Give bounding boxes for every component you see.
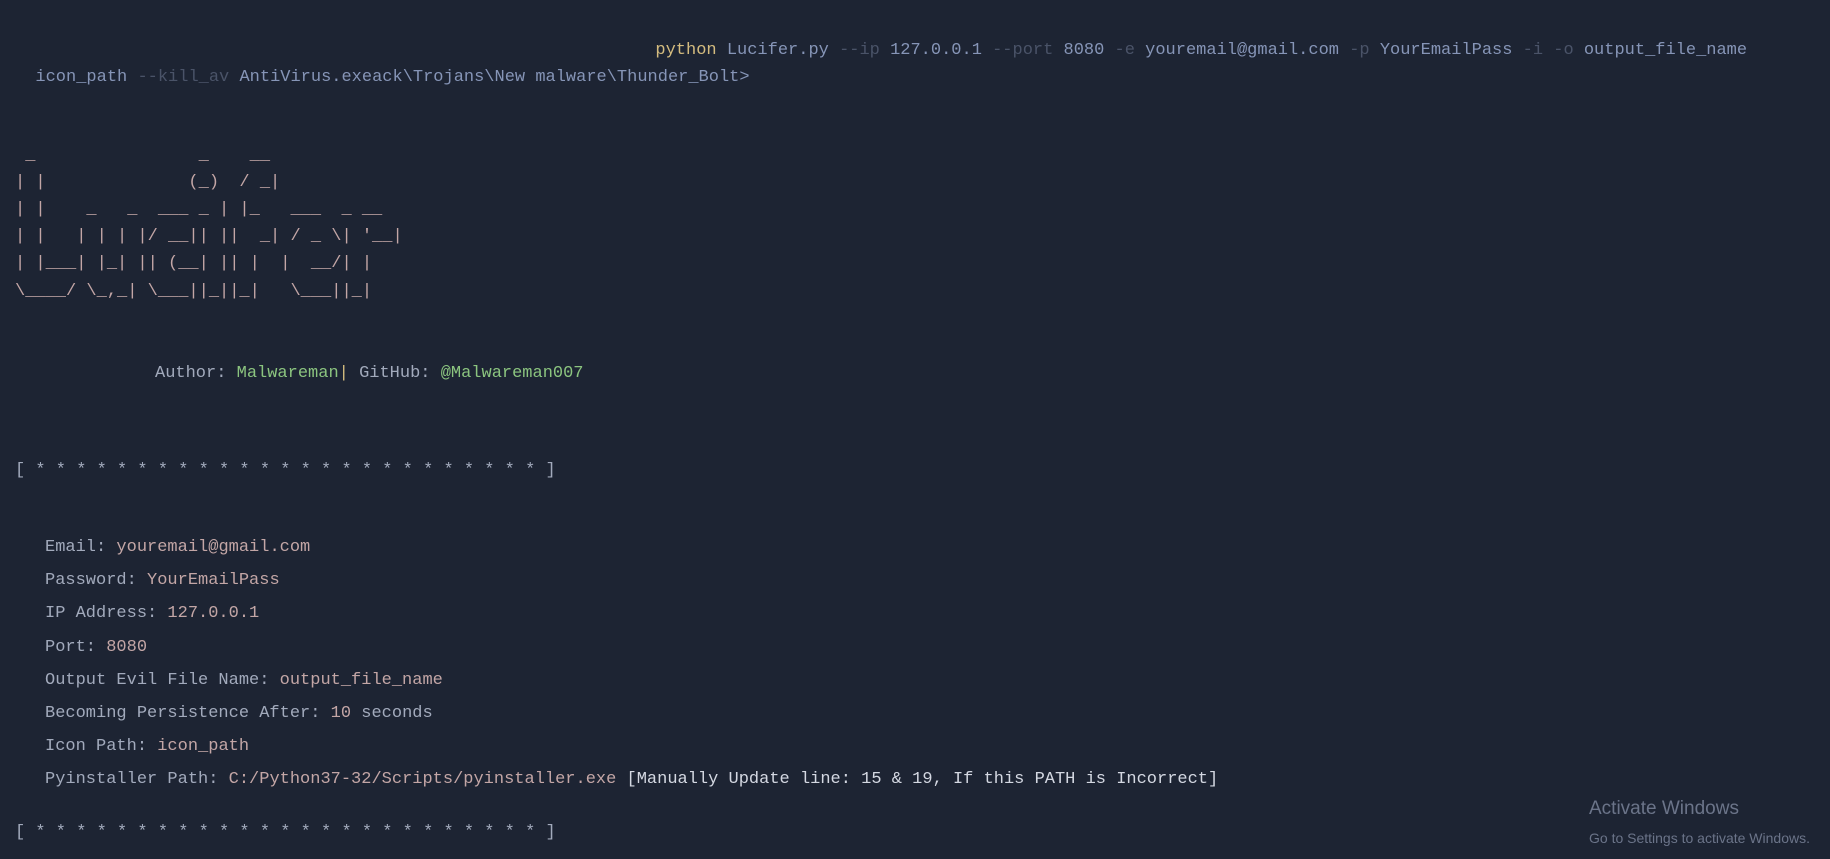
github-label: GitHub: bbox=[359, 364, 430, 383]
cmd-kill-val: AntiVirus.exeack\Trojans\New malware\Thu… bbox=[239, 68, 749, 87]
watermark-title: Activate Windows bbox=[1589, 794, 1810, 824]
stars-bottom: [ * * * * * * * * * * * * * * * * * * * … bbox=[15, 819, 1815, 846]
credits-sep: | bbox=[339, 364, 349, 383]
info-password: Password: YourEmailPass bbox=[45, 567, 1815, 594]
pyinstaller-label: Pyinstaller Path: bbox=[45, 770, 218, 789]
info-icon: Icon Path: icon_path bbox=[45, 733, 1815, 760]
stars-top: [ * * * * * * * * * * * * * * * * * * * … bbox=[15, 457, 1815, 484]
cmd-port-val: 8080 bbox=[1064, 41, 1105, 60]
cmd-e-val: youremail@gmail.com bbox=[1145, 41, 1339, 60]
activate-windows-watermark: Activate Windows Go to Settings to activ… bbox=[1589, 794, 1810, 849]
cmd-p-flag: -p bbox=[1349, 41, 1369, 60]
icon-value: icon_path bbox=[157, 737, 249, 756]
ip-label: IP Address: bbox=[45, 604, 157, 623]
info-block: Email: youremail@gmail.com Password: You… bbox=[45, 534, 1815, 794]
cmd-i-flag: -i bbox=[1523, 41, 1543, 60]
persist-label: Becoming Persistence After: bbox=[45, 704, 320, 723]
output-value: output_file_name bbox=[280, 671, 443, 690]
ascii-banner: _ _ __ | | (_) / _| | | _ _ ___ _ | |_ _… bbox=[15, 142, 1815, 305]
cmd-o-val: output_file_name bbox=[1584, 41, 1747, 60]
cmd-o-flag: -o bbox=[1553, 41, 1573, 60]
cmd-icon-val: icon_path bbox=[35, 68, 127, 87]
email-value: youremail@gmail.com bbox=[116, 538, 310, 557]
command-line: python Lucifer.py --ip 127.0.0.1 --port … bbox=[15, 10, 1815, 92]
author-value: Malwareman bbox=[237, 364, 339, 383]
password-value: YourEmailPass bbox=[147, 571, 280, 590]
output-label: Output Evil File Name: bbox=[45, 671, 269, 690]
cmd-port-flag: --port bbox=[992, 41, 1053, 60]
info-persist: Becoming Persistence After: 10 seconds bbox=[45, 700, 1815, 727]
password-label: Password: bbox=[45, 571, 137, 590]
info-output: Output Evil File Name: output_file_name bbox=[45, 667, 1815, 694]
info-ip: IP Address: 127.0.0.1 bbox=[45, 600, 1815, 627]
port-value: 8080 bbox=[106, 638, 147, 657]
cmd-kill-flag: --kill_av bbox=[137, 68, 229, 87]
cmd-script: Lucifer.py bbox=[727, 41, 829, 60]
info-email: Email: youremail@gmail.com bbox=[45, 534, 1815, 561]
info-pyinstaller: Pyinstaller Path: C:/Python37-32/Scripts… bbox=[45, 766, 1815, 793]
info-port: Port: 8080 bbox=[45, 634, 1815, 661]
cmd-ip-val: 127.0.0.1 bbox=[890, 41, 982, 60]
cmd-e-flag: -e bbox=[1115, 41, 1135, 60]
pyinstaller-note: [Manually Update line: 15 & 19, If this … bbox=[627, 770, 1219, 789]
port-label: Port: bbox=[45, 638, 96, 657]
cmd-p-val: YourEmailPass bbox=[1380, 41, 1513, 60]
watermark-sub: Go to Settings to activate Windows. bbox=[1589, 827, 1810, 849]
credits-line: Author: Malwareman| GitHub: @Malwareman0… bbox=[155, 360, 1815, 387]
ip-value: 127.0.0.1 bbox=[167, 604, 259, 623]
github-value: @Malwareman007 bbox=[441, 364, 584, 383]
icon-label: Icon Path: bbox=[45, 737, 147, 756]
pyinstaller-value: C:/Python37-32/Scripts/pyinstaller.exe bbox=[229, 770, 617, 789]
cmd-ip-flag: --ip bbox=[839, 41, 880, 60]
cmd-python: python bbox=[655, 41, 716, 60]
author-label: Author: bbox=[155, 364, 226, 383]
email-label: Email: bbox=[45, 538, 106, 557]
persist-suffix: seconds bbox=[361, 704, 432, 723]
persist-value: 10 bbox=[331, 704, 351, 723]
